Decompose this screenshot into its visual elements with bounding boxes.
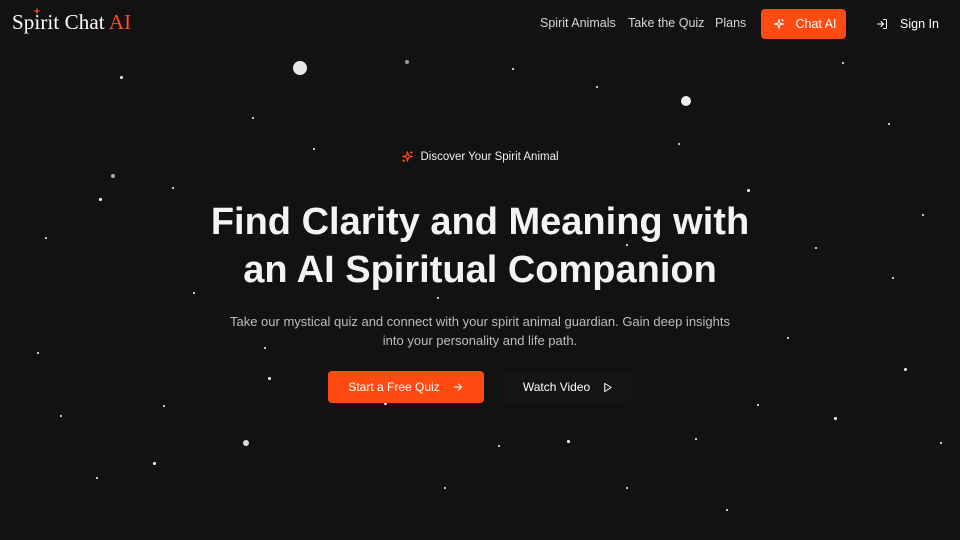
- watch-video-label: Watch Video: [522, 380, 591, 394]
- star: [120, 76, 123, 79]
- star: [60, 415, 62, 417]
- logo-sparkle-icon: [33, 7, 41, 15]
- star: [681, 96, 691, 106]
- arrow-right-icon: [453, 383, 462, 391]
- star: [626, 487, 628, 489]
- star: [498, 445, 500, 447]
- hero-subtext: Take our mystical quiz and connect with …: [0, 312, 960, 350]
- chat-ai-label: Chat AI: [795, 17, 837, 31]
- star: [96, 477, 98, 479]
- star: [596, 86, 598, 88]
- star: [678, 143, 680, 145]
- headline-line-1: Find Clarity and Meaning with: [210, 201, 750, 243]
- star: [726, 509, 728, 511]
- star: [757, 404, 759, 406]
- star: [437, 297, 439, 299]
- nav-take-the-quiz[interactable]: Take the Quiz: [628, 16, 704, 30]
- nav-plans[interactable]: Plans: [715, 16, 746, 30]
- star: [293, 61, 307, 75]
- star: [695, 438, 697, 440]
- star: [111, 174, 115, 178]
- star: [567, 440, 570, 443]
- star: [252, 117, 254, 119]
- sign-in-icon: [877, 19, 887, 29]
- star: [904, 368, 907, 371]
- sign-in-link[interactable]: Sign In: [876, 15, 939, 33]
- star: [153, 462, 156, 465]
- badge-label: Discover Your Spirit Animal: [420, 150, 559, 163]
- sparkle-icon: [773, 19, 784, 29]
- brand-logo[interactable]: Spirit Chat AI: [12, 7, 132, 35]
- top-navigation: Spirit Chat AI Spirit Animals Take the Q…: [0, 0, 960, 48]
- star: [405, 60, 409, 64]
- nav-spirit-animals[interactable]: Spirit Animals: [540, 16, 616, 30]
- star: [888, 123, 890, 125]
- sign-in-label: Sign In: [900, 17, 939, 31]
- play-icon: [604, 382, 612, 392]
- logo-accent-text: AI: [108, 10, 132, 34]
- star: [268, 377, 271, 380]
- star: [940, 442, 942, 444]
- star: [512, 68, 514, 70]
- star: [172, 187, 174, 189]
- start-quiz-button[interactable]: Start a Free Quiz: [328, 371, 484, 403]
- hero-headline: Find Clarity and Meaning with an AI Spir…: [0, 198, 960, 294]
- logo-text: Spirit Chat: [12, 10, 105, 34]
- star: [37, 352, 39, 354]
- star: [444, 487, 446, 489]
- sparkle-icon: [402, 151, 414, 162]
- star: [834, 417, 837, 420]
- subtext-line-1: Take our mystical quiz and connect with …: [229, 314, 731, 329]
- start-quiz-label: Start a Free Quiz: [348, 380, 440, 394]
- discover-badge: Discover Your Spirit Animal: [0, 150, 960, 163]
- subtext-line-2: into your personality and life path.: [382, 333, 578, 348]
- headline-line-2: an AI Spiritual Companion: [243, 249, 717, 291]
- star: [747, 189, 750, 192]
- star: [842, 62, 844, 64]
- star: [243, 440, 249, 446]
- watch-video-button[interactable]: Watch Video: [505, 371, 631, 403]
- star: [163, 405, 165, 407]
- chat-ai-button[interactable]: Chat AI: [761, 9, 846, 39]
